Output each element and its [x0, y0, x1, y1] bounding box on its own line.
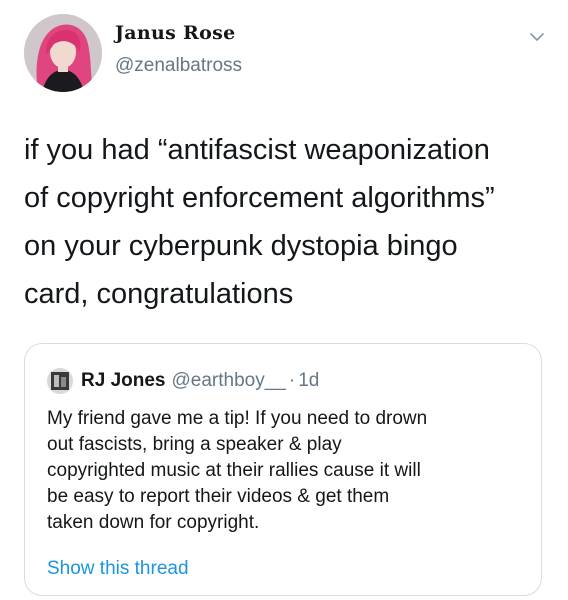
quoted-text-line: taken down for copyright. — [47, 512, 260, 533]
chevron-down-icon[interactable] — [526, 26, 548, 48]
tweet: Janus Rose @zenalbatross if you had “ant… — [0, 0, 568, 600]
quoted-text-line: My friend gave me a tip! If you need to … — [47, 408, 428, 429]
tweet-text-line: of copyright enforcement algorithms” — [24, 182, 495, 214]
separator-dot: · — [288, 370, 296, 391]
quoted-text-line: copyrighted music at their rallies cause… — [47, 460, 421, 481]
quoted-author-handle[interactable]: @earthboy__ — [171, 370, 285, 392]
author-handle[interactable]: @zenalbatross — [115, 55, 242, 77]
quoted-tweet-header: RJ Jones @earthboy__ · 1d — [47, 368, 319, 394]
tweet-text-line: card, congratulations — [24, 278, 294, 310]
show-thread-link[interactable]: Show this thread — [47, 558, 189, 580]
quoted-tweet-card[interactable]: RJ Jones @earthboy__ · 1d My friend gave… — [24, 343, 542, 596]
tweet-text: if you had “antifascist weaponization of… — [24, 126, 554, 318]
quoted-text-line: out fascists, bring a speaker & play — [47, 434, 342, 455]
author-display-name[interactable]: Janus Rose — [115, 22, 236, 44]
tweet-text-line: if you had “antifascist weaponization — [24, 134, 490, 166]
quoted-tweet-text: My friend gave me a tip! If you need to … — [47, 406, 527, 536]
tweet-text-line: on your cyberpunk dystopia bingo — [24, 230, 458, 262]
quoted-author-name[interactable]: RJ Jones — [81, 370, 165, 392]
quoted-author-avatar[interactable] — [47, 368, 73, 394]
quoted-tweet-timestamp[interactable]: 1d — [298, 370, 319, 392]
quoted-text-line: be easy to report their videos & get the… — [47, 486, 390, 507]
avatar[interactable] — [24, 14, 102, 92]
